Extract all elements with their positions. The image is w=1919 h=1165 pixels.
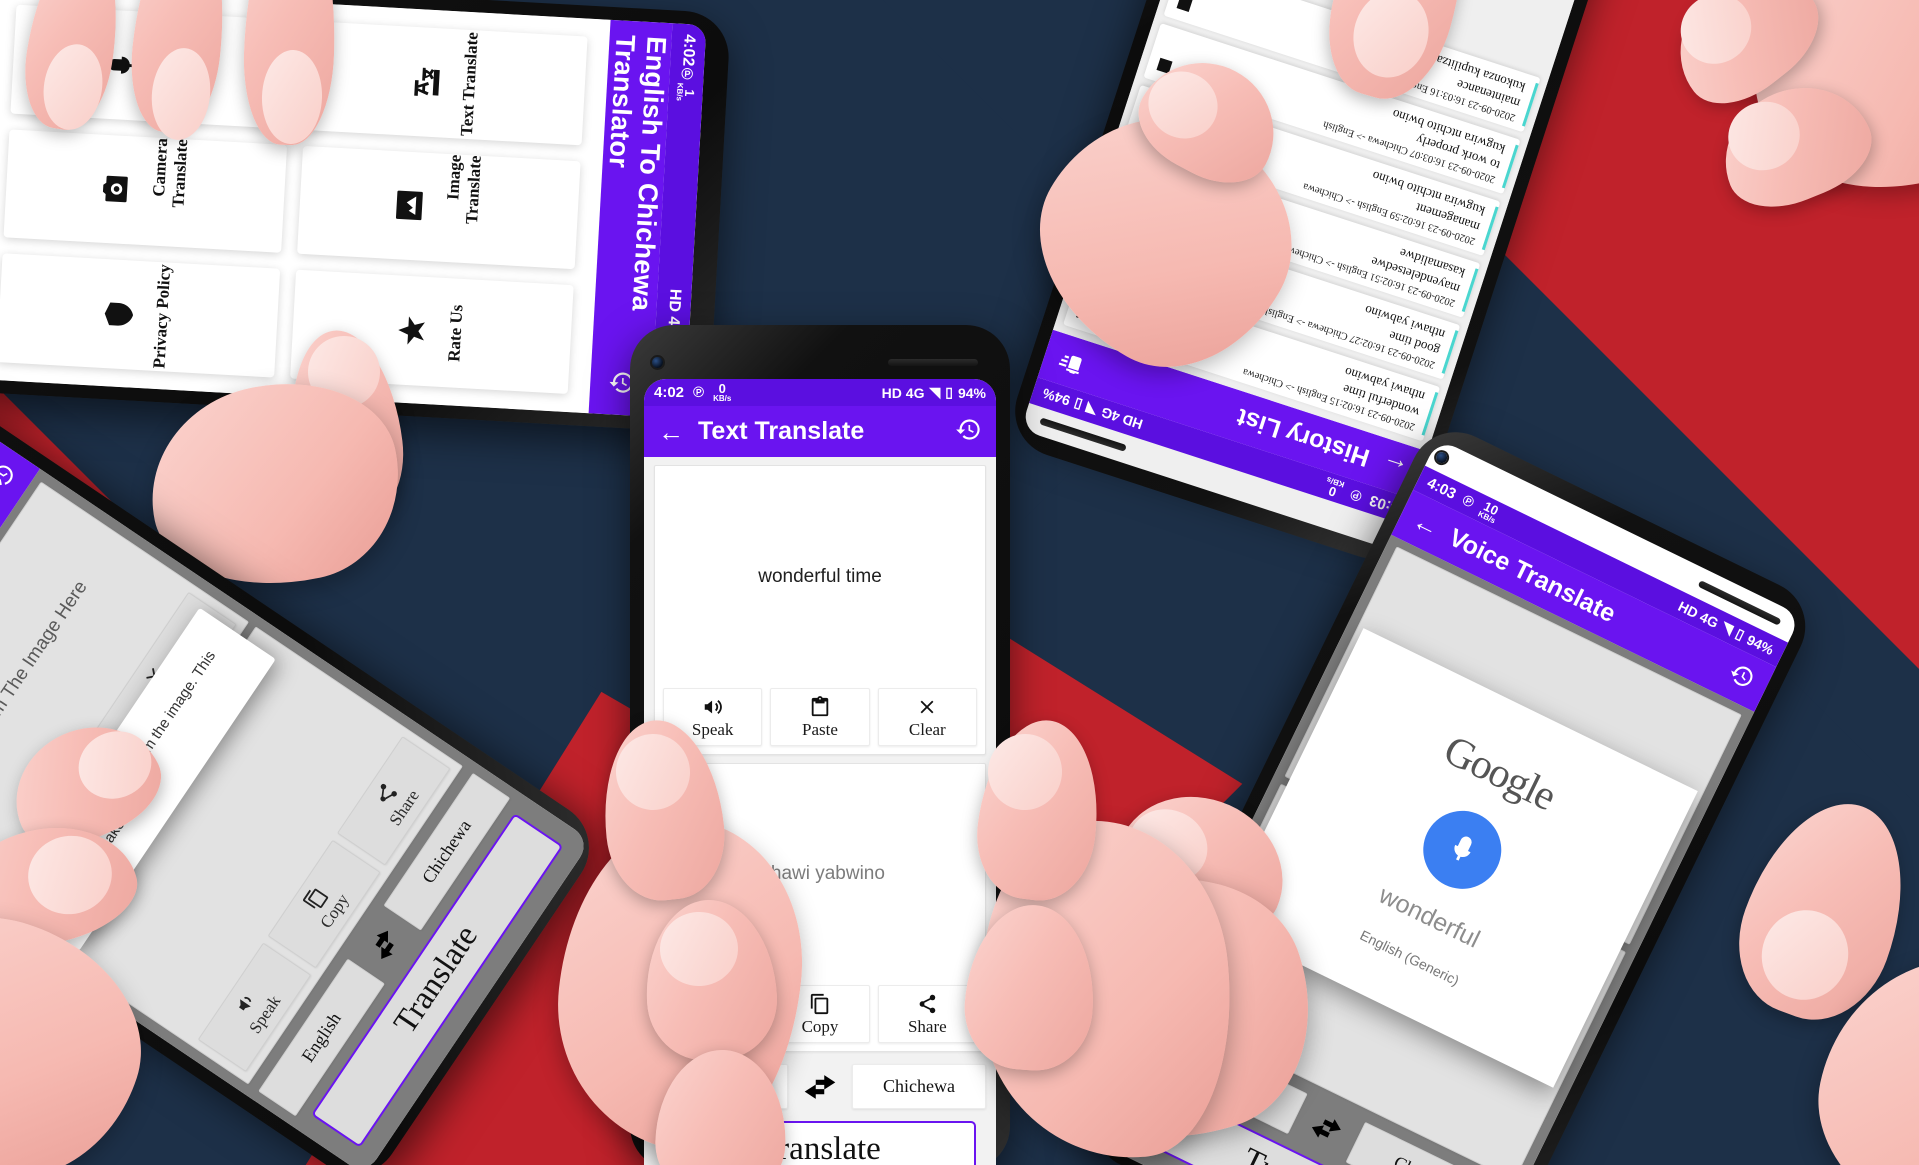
- data-rate: 1 KB/s: [674, 82, 698, 102]
- status-bar: 4:02 ℗ 0 KB/s HD 4G ◥ ▯ 94%: [644, 379, 996, 406]
- data-rate: 10 KB/s: [1476, 498, 1501, 526]
- signal-triangle-icon: ◥: [929, 384, 941, 400]
- button-label: Clear: [908, 719, 946, 739]
- history-icon[interactable]: [0, 458, 24, 496]
- signal-triangle-icon: ◥: [1083, 400, 1099, 419]
- paste-button[interactable]: Paste: [770, 687, 870, 746]
- tile-label: Camera Translate: [149, 137, 192, 208]
- google-logo: Google: [1436, 726, 1563, 820]
- item-accent: [1481, 206, 1499, 251]
- status-time: 4:02: [679, 33, 698, 67]
- source-card: wonderful time Speak Paste Clear: [654, 465, 986, 755]
- p-icon: ℗: [678, 65, 697, 84]
- p-icon: ℗: [1348, 485, 1365, 505]
- battery-percent: 94%: [957, 384, 986, 401]
- history-icon[interactable]: [1723, 658, 1760, 696]
- p-icon: ℗: [1459, 491, 1477, 512]
- battery-icon: ▯: [1733, 624, 1748, 643]
- share-icon: [919, 994, 936, 1014]
- battery-percent: 94%: [1040, 385, 1072, 410]
- share-button[interactable]: Share: [877, 985, 977, 1043]
- star-icon: [394, 313, 435, 349]
- swap-horizontal-icon[interactable]: [360, 919, 408, 971]
- tile-label: Text Translate: [456, 31, 482, 137]
- item-accent: [1521, 82, 1539, 127]
- menu-tile-camera-translate[interactable]: Camera Translate: [3, 129, 288, 254]
- swap-horizontal-icon[interactable]: [1301, 1106, 1353, 1150]
- image-icon: [391, 188, 432, 224]
- top-bezel: [644, 345, 996, 379]
- signal-triangle-icon: ◥: [1719, 618, 1736, 638]
- data-rate: 0 KB/s: [1325, 474, 1346, 500]
- close-x-icon: [920, 700, 934, 713]
- tile-label: Image Translate: [443, 153, 485, 225]
- clipboard-icon: [811, 695, 829, 716]
- source-button-row: Speak Paste Clear: [655, 687, 985, 754]
- arrow-left-icon[interactable]: ←: [1408, 505, 1445, 543]
- arrow-left-icon[interactable]: ←: [658, 419, 684, 445]
- source-text[interactable]: wonderful time: [655, 466, 985, 688]
- swap-horizontal-icon[interactable]: [798, 1073, 842, 1101]
- battery-icon: ▯: [945, 384, 953, 400]
- button-label: Copy: [801, 1017, 839, 1036]
- copy-icon: [810, 993, 829, 1015]
- front-camera: [1434, 449, 1450, 465]
- target-language[interactable]: Chichewa: [852, 1064, 986, 1109]
- app-title: Text Translate: [698, 417, 865, 445]
- app-bar: ← Text Translate: [644, 406, 996, 457]
- button-label: Share: [907, 1017, 947, 1036]
- clear-button[interactable]: Clear: [877, 687, 977, 746]
- item-accent: [1441, 330, 1459, 374]
- history-icon[interactable]: [955, 416, 982, 447]
- battery-icon: ▯: [1071, 396, 1084, 414]
- front-camera: [652, 356, 663, 368]
- status-time: 4:02: [654, 384, 685, 401]
- tile-label: Rate Us: [444, 304, 467, 363]
- data-rate: 0 KB/s: [713, 381, 732, 403]
- p-icon: ℗: [693, 384, 705, 401]
- delete-sweep-icon[interactable]: [1054, 344, 1088, 381]
- item-accent: [1461, 268, 1479, 313]
- menu-tile-image-translate[interactable]: Image Translate: [297, 145, 581, 270]
- earpiece-speaker: [888, 358, 978, 366]
- info-shield-icon: [101, 297, 142, 333]
- microphone-icon[interactable]: [1410, 797, 1515, 902]
- tile-label: Privacy Policy: [149, 264, 175, 370]
- camera-icon: [98, 172, 139, 208]
- menu-tile-text-translate[interactable]: Text Translate: [303, 21, 588, 146]
- network-label: HD 4G: [881, 384, 925, 401]
- speaker-icon: [704, 699, 722, 714]
- button-label: Speak: [691, 719, 734, 739]
- text-translate-icon: [408, 64, 449, 100]
- button-label: Paste: [802, 719, 838, 739]
- item-accent: [1501, 144, 1519, 189]
- menu-tile-privacy-policy[interactable]: Privacy Policy: [0, 253, 281, 378]
